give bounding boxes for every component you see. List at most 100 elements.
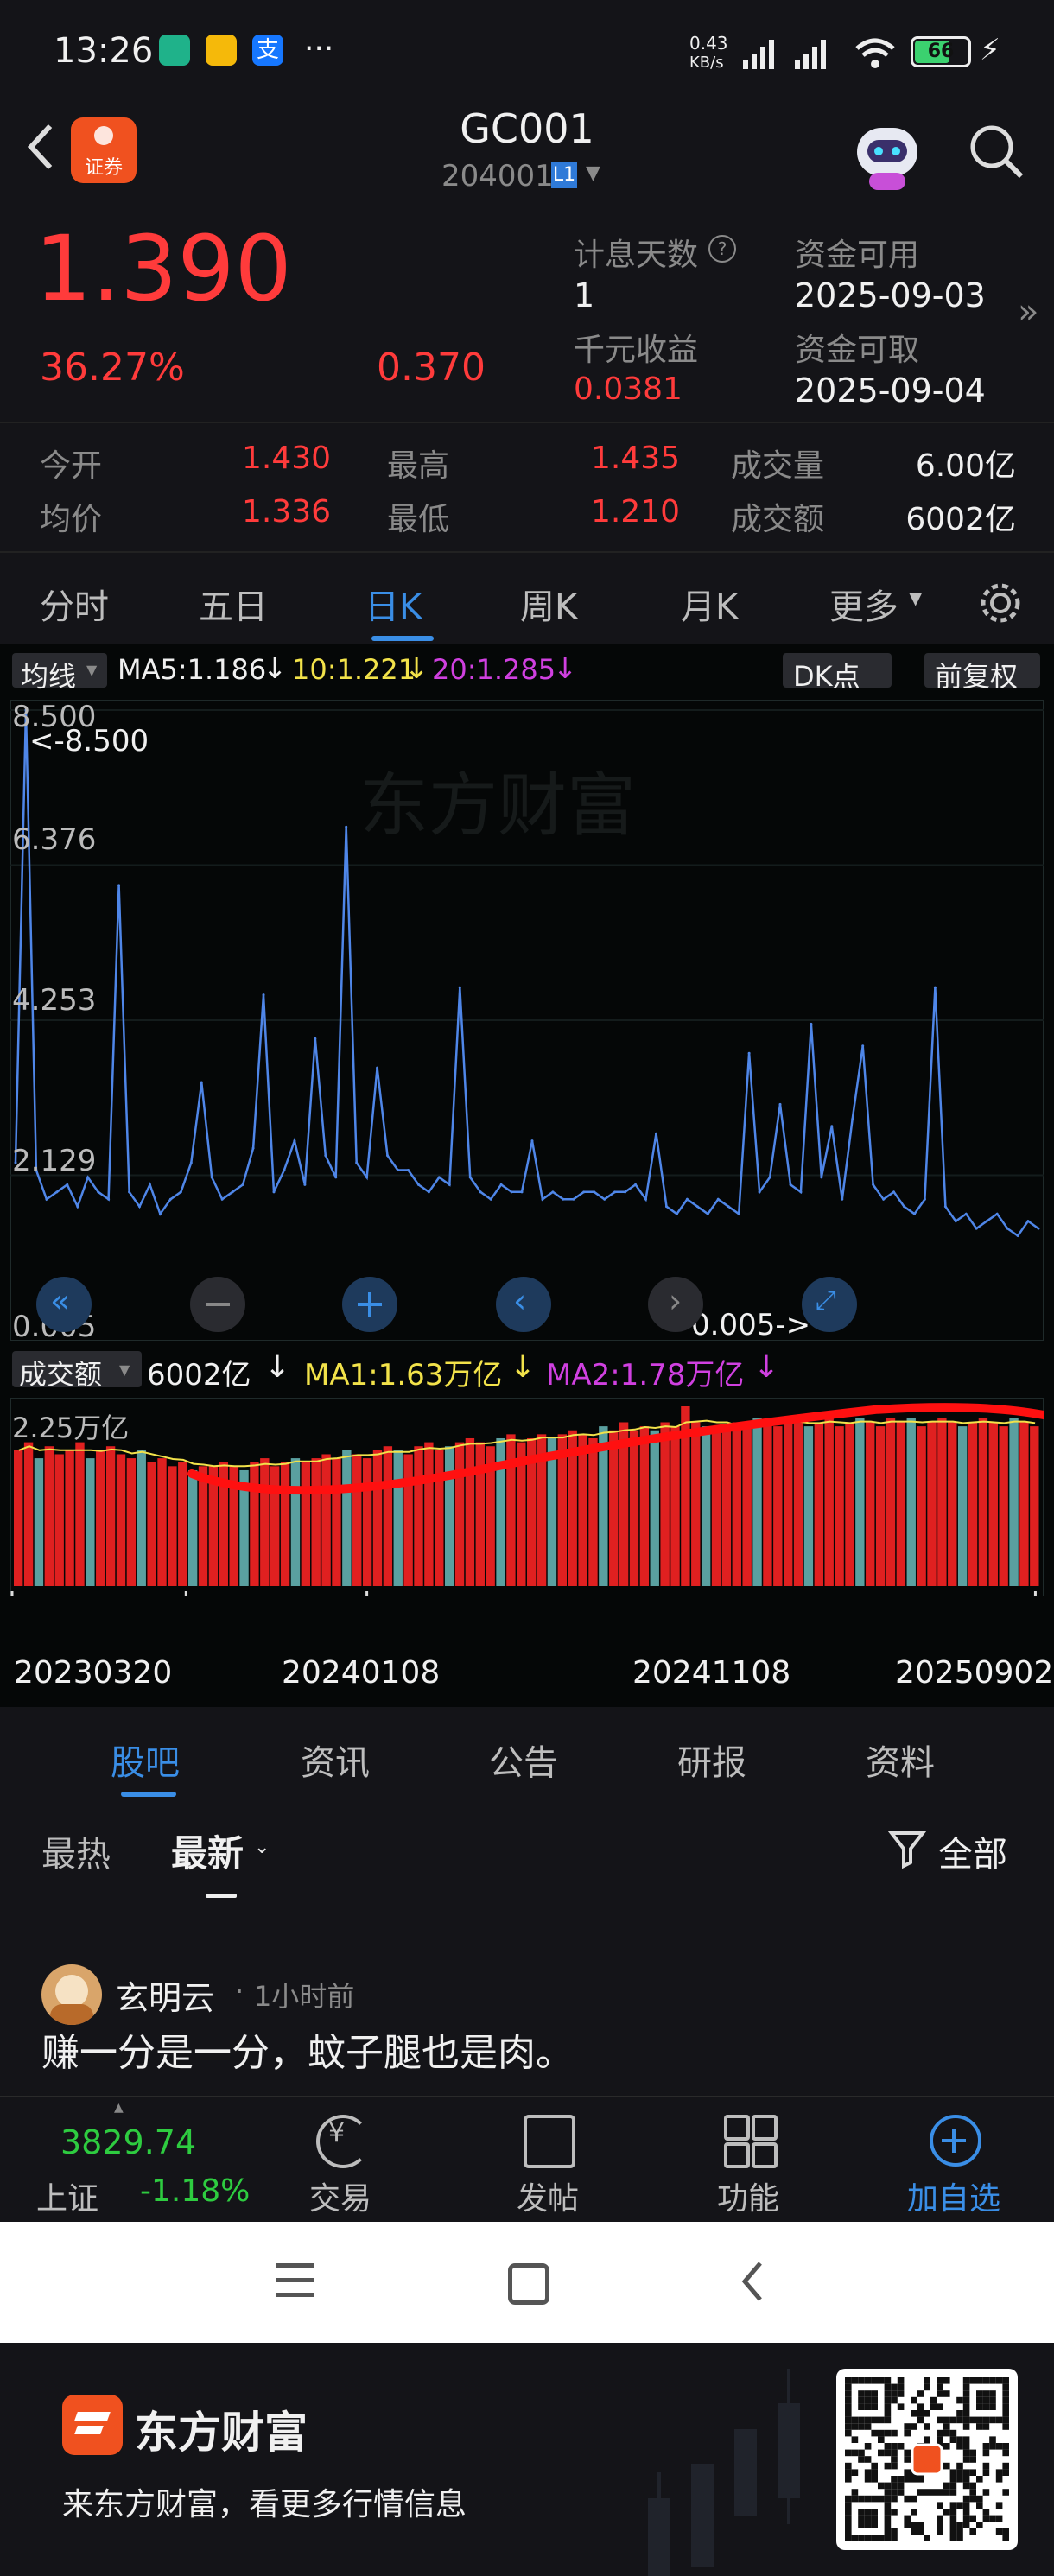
avatar[interactable] <box>41 1964 102 2025</box>
tab-daily-k[interactable]: 日K <box>365 579 422 629</box>
alipay-icon: 支 <box>252 35 283 66</box>
qr-module <box>904 2469 911 2476</box>
filter-icon[interactable] <box>888 1828 926 1869</box>
nav-functions[interactable]: 功能 <box>698 2111 798 2217</box>
qr-module <box>956 2535 963 2541</box>
y-axis-3: 4.253 <box>12 983 97 1018</box>
qr-module <box>989 2436 996 2443</box>
nav-trade[interactable]: ¥ 交易 <box>290 2111 390 2217</box>
qr-module <box>858 2509 865 2516</box>
post-author[interactable]: 玄明云 <box>116 1971 214 2019</box>
home-icon[interactable] <box>508 2263 549 2305</box>
stat-high-value: 1.435 <box>591 441 681 476</box>
tab-more[interactable]: 更多 <box>829 579 898 629</box>
search-icon[interactable] <box>966 121 1026 181</box>
price-point <box>76 1205 79 1209</box>
post-content[interactable]: 赚一分是一分，蚊子腿也是肉。 <box>41 2021 574 2077</box>
tab-five-day[interactable]: 五日 <box>199 579 268 629</box>
index-name[interactable]: 上证 <box>36 2173 98 2218</box>
stat-low-label: 最低 <box>387 502 450 537</box>
chevron-right-icon[interactable]: » <box>1018 292 1038 332</box>
index-change[interactable]: -1.18% <box>140 2173 250 2209</box>
qr-module <box>943 2377 950 2384</box>
robot-assistant-icon[interactable] <box>850 119 924 194</box>
tab-weekly-k[interactable]: 周K <box>520 579 577 629</box>
fullscreen-button[interactable]: ⤢ <box>802 1277 857 1332</box>
qr-module <box>956 2396 963 2404</box>
ma10-label: 10:1.221 <box>292 653 416 686</box>
settings-gear-icon[interactable] <box>976 579 1025 627</box>
qr-module <box>878 2377 885 2384</box>
fast-backward-button[interactable]: « <box>36 1277 92 1332</box>
ma-selector[interactable]: 均线 ▼ <box>12 653 107 693</box>
tab-monthly-k[interactable]: 月K <box>681 579 738 629</box>
qr-module <box>911 2528 917 2535</box>
volume-bar <box>588 1437 598 1586</box>
volume-bar <box>937 1418 947 1586</box>
qr-module <box>989 2377 996 2384</box>
price-point <box>303 1183 307 1186</box>
qr-module <box>884 2377 892 2384</box>
qr-module <box>995 2528 1003 2535</box>
zoom-out-button[interactable] <box>190 1277 245 1332</box>
net-speed: 0.43 <box>689 33 728 54</box>
nav-post[interactable]: 发帖 <box>498 2111 598 2217</box>
index-value[interactable]: 3829.74 <box>60 2123 196 2161</box>
price-point <box>923 1197 926 1201</box>
qr-module <box>891 2528 898 2535</box>
qr-module <box>956 2416 963 2424</box>
stock-code-selector[interactable]: 204001 L1 ▼ <box>439 159 629 194</box>
qr-module <box>884 2502 892 2509</box>
qr-module <box>924 2383 930 2391</box>
help-icon[interactable]: ? <box>708 235 736 263</box>
qr-module <box>878 2436 885 2443</box>
qr-module <box>949 2482 957 2490</box>
price-line-chart[interactable]: 东方财富 <box>10 700 1044 1341</box>
volume-bar <box>475 1442 485 1586</box>
tab-profile[interactable]: 资料 <box>866 1735 935 1785</box>
menu-icon[interactable] <box>276 2263 314 2298</box>
tab-guba[interactable]: 股吧 <box>111 1735 180 1785</box>
tab-news[interactable]: 资讯 <box>301 1735 370 1785</box>
qr-module <box>884 2462 892 2470</box>
more-notifications-icon: ··· <box>304 31 334 67</box>
volume-bar <box>137 1450 146 1586</box>
promo-slogan: 来东方财富，看更多行情信息 <box>62 2487 467 2522</box>
price-point <box>758 1190 761 1194</box>
zoom-in-button[interactable] <box>342 1277 397 1332</box>
system-back-icon[interactable] <box>740 2260 765 2303</box>
volume-selector[interactable]: 成交额 ▼ <box>12 1351 142 1391</box>
tab-intraday[interactable]: 分时 <box>40 579 109 629</box>
qr-module <box>962 2456 970 2463</box>
qr-module <box>884 2429 892 2437</box>
brand-name: 东方财富 <box>135 2408 308 2458</box>
volume-bar <box>978 1418 988 1586</box>
qr-module <box>937 2522 943 2528</box>
qr-module <box>884 2489 892 2496</box>
tab-announcements[interactable]: 公告 <box>489 1735 558 1785</box>
volume-bar-chart[interactable] <box>10 1398 1044 1596</box>
adjust-toggle[interactable]: 前复权 <box>924 653 1040 693</box>
scroll-left-button[interactable]: ‹ <box>496 1277 551 1332</box>
dk-point-toggle[interactable]: DK点 <box>783 653 892 693</box>
qr-module <box>1002 2423 1009 2430</box>
sort-latest[interactable]: 最新 <box>171 1824 244 1877</box>
qr-module <box>884 2410 892 2417</box>
qr-module <box>858 2423 865 2430</box>
qr-module <box>949 2515 957 2522</box>
scroll-right-button[interactable]: › <box>648 1277 703 1332</box>
qr-module <box>962 2423 970 2430</box>
qr-module <box>937 2383 943 2391</box>
qr-module <box>962 2396 970 2404</box>
qr-module <box>937 2377 943 2384</box>
filter-all[interactable]: 全部 <box>938 1826 1007 1876</box>
tab-research[interactable]: 研报 <box>677 1735 746 1785</box>
price-point <box>634 1183 638 1186</box>
sort-hot[interactable]: 最热 <box>41 1826 111 1876</box>
volume-bar <box>752 1418 762 1586</box>
qr-module <box>911 2396 917 2404</box>
volume-bar <box>824 1418 834 1586</box>
price-point <box>624 1190 627 1194</box>
nav-add-watchlist[interactable]: 加自选 <box>898 2111 1028 2217</box>
x-date-3: 20241108 <box>632 1655 791 1691</box>
